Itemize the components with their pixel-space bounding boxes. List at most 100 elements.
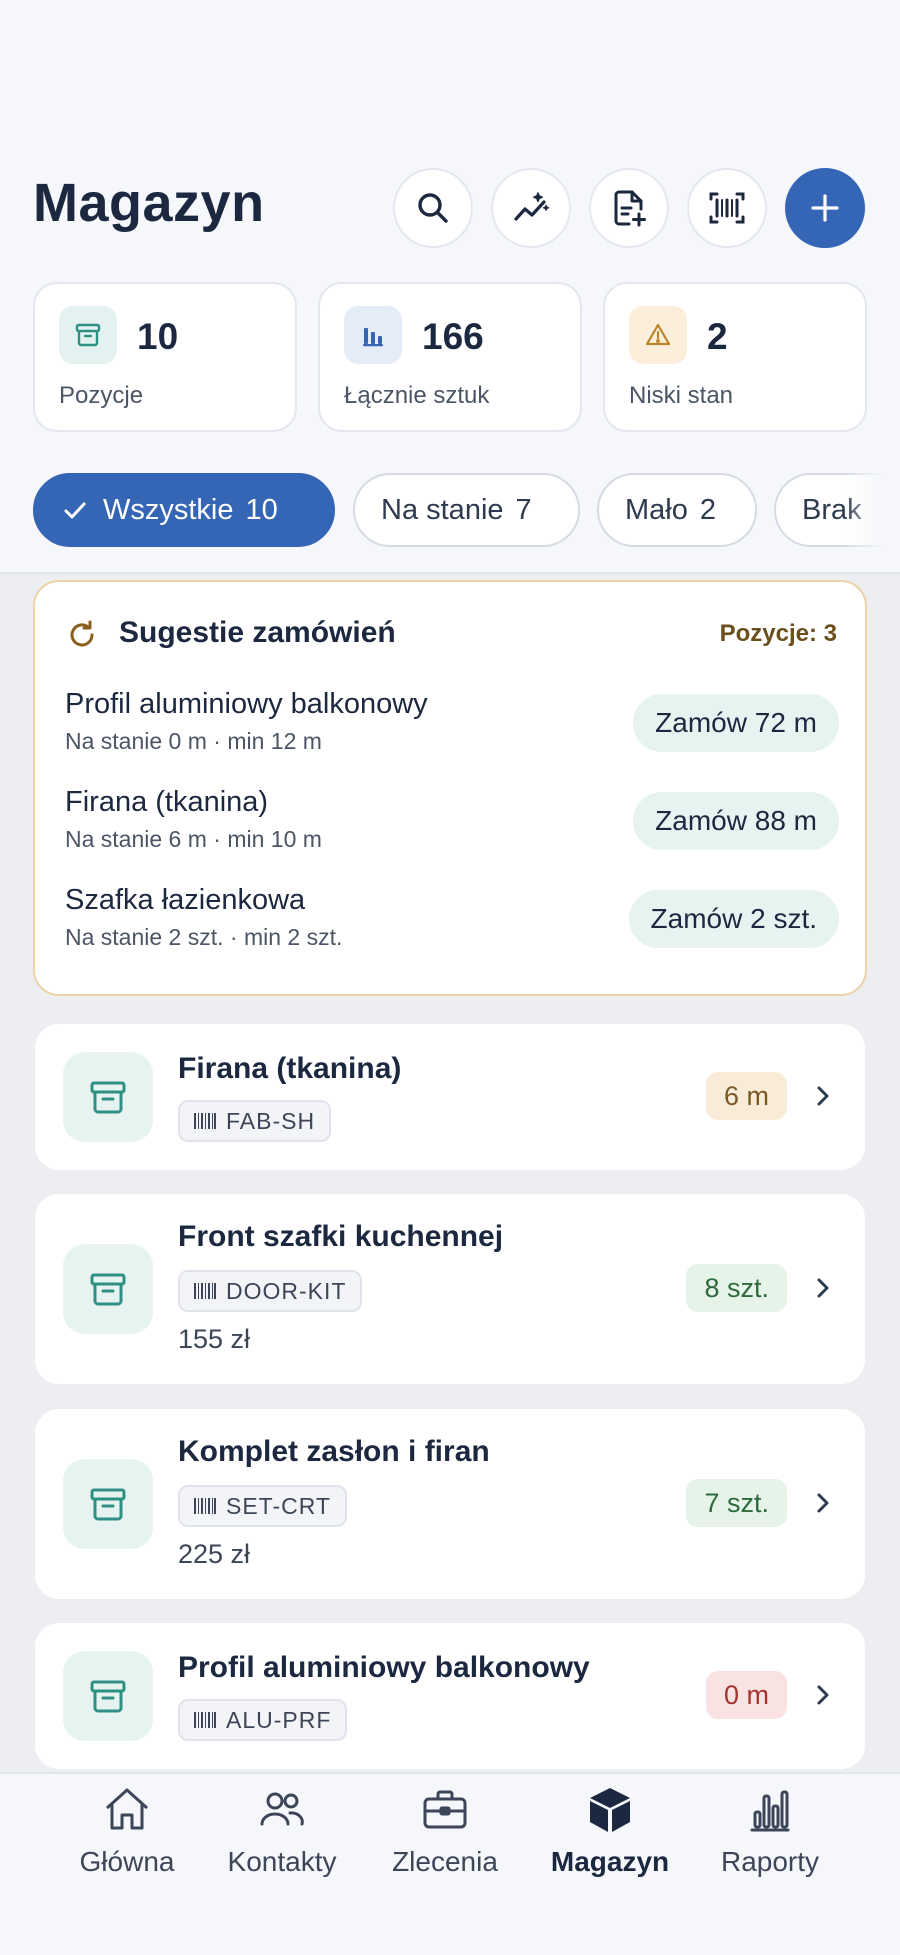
inventory-item-card[interactable]: Profil aluminiowy balkonowy ALU-PRF 0 m <box>35 1623 865 1769</box>
item-name: Profil aluminiowy balkonowy <box>178 1651 590 1684</box>
suggestion-stock-info: Na stanie 6 m · min 10 m <box>65 826 322 852</box>
sku-badge: ALU-PRF <box>178 1699 348 1741</box>
nav-home[interactable]: Główna <box>47 1784 207 1894</box>
suggestion-name: Profil aluminiowy balkonowy <box>65 688 428 720</box>
chip-scroll-fade <box>845 470 900 550</box>
sku-code: SET-CRT <box>226 1492 331 1519</box>
chip-label: Na stanie <box>381 493 504 526</box>
filter-chip-all[interactable]: Wszystkie 10 <box>33 473 335 547</box>
chip-count: 10 <box>245 493 278 526</box>
suggestion-stock-info: Na stanie 0 m · min 12 m <box>65 728 322 754</box>
suggestions-count: Pozycje: 3 <box>719 620 837 647</box>
suggestion-row: Firana (tkanina) Na stanie 6 m · min 10 … <box>65 786 839 856</box>
barcode-icon <box>194 1283 216 1299</box>
nav-label: Główna <box>79 1846 175 1877</box>
search-button[interactable] <box>393 168 473 248</box>
warning-icon <box>645 323 671 346</box>
chip-label: Wszystkie <box>103 493 234 526</box>
chevron-right-icon <box>817 1086 829 1106</box>
item-icon-wrapper <box>63 1459 153 1549</box>
stat-label: Łącznie sztuk <box>344 382 490 409</box>
barcode-icon <box>194 1498 216 1514</box>
item-price: 155 zł <box>178 1324 251 1354</box>
item-name: Front szafki kuchennej <box>178 1220 504 1253</box>
stat-card-positions: 10 Pozycje <box>33 282 297 432</box>
item-icon-wrapper <box>63 1244 153 1334</box>
barcode-icon <box>194 1712 216 1728</box>
stock-quantity-badge: 7 szt. <box>686 1479 787 1527</box>
stat-label: Pozycje <box>59 382 144 409</box>
archive-icon <box>90 1488 126 1521</box>
order-button[interactable]: Zamów 88 m <box>633 792 839 850</box>
new-document-button[interactable] <box>589 168 669 248</box>
inventory-item-card[interactable]: Firana (tkanina) FAB-SH 6 m <box>35 1024 865 1170</box>
archive-icon <box>90 1273 126 1306</box>
chevron-right-icon <box>817 1278 829 1298</box>
stat-value: 2 <box>707 316 728 357</box>
archive-icon <box>90 1081 126 1114</box>
nav-label: Magazyn <box>550 1846 670 1877</box>
sku-badge: DOOR-KIT <box>178 1270 363 1312</box>
barcode-scan-button[interactable] <box>687 168 767 248</box>
inventory-item-card[interactable]: Front szafki kuchennej DOOR-KIT 155 zł 8… <box>35 1194 865 1384</box>
chart-icon <box>750 1790 790 1832</box>
stat-icon-wrapper <box>59 306 117 364</box>
suggestions-title: Sugestie zamówień <box>119 616 396 649</box>
search-icon <box>418 193 448 223</box>
stat-card-low-stock: 2 Niski stan <box>603 282 867 432</box>
stat-card-total-units: 166 Łącznie sztuk <box>318 282 582 432</box>
filter-chip-low[interactable]: Mało 2 <box>597 473 757 547</box>
stat-label: Niski stan <box>629 382 734 409</box>
item-price: 225 zł <box>178 1539 251 1569</box>
chip-count: 7 <box>515 493 532 526</box>
sku-code: DOOR-KIT <box>226 1277 347 1304</box>
box-icon <box>590 1788 630 1832</box>
sku-badge: SET-CRT <box>178 1485 347 1527</box>
refresh-icon <box>70 620 94 647</box>
archive-icon <box>90 1680 126 1713</box>
nav-label: Zlecenia <box>392 1846 498 1877</box>
add-button[interactable] <box>785 168 865 248</box>
archive-icon <box>75 323 101 347</box>
order-suggestions-card: Sugestie zamówień Pozycje: 3 Profil alum… <box>33 580 867 996</box>
order-button[interactable]: Zamów 2 szt. <box>628 890 839 948</box>
item-name: Firana (tkanina) <box>178 1052 402 1085</box>
nav-label: Kontakty <box>227 1846 337 1877</box>
item-icon-wrapper <box>63 1052 153 1142</box>
filter-chip-in-stock[interactable]: Na stanie 7 <box>353 473 580 547</box>
barcode-icon <box>194 1113 216 1129</box>
item-name: Komplet zasłon i firan <box>178 1435 490 1468</box>
chip-count: 2 <box>699 493 716 526</box>
analytics-button[interactable] <box>491 168 571 248</box>
nav-orders[interactable]: Zlecenia <box>365 1784 525 1894</box>
stock-quantity-badge: 6 m <box>705 1072 787 1120</box>
check-icon <box>64 502 86 519</box>
stat-value: 10 <box>137 316 179 357</box>
chevron-right-icon <box>817 1493 829 1513</box>
order-button[interactable]: Zamów 72 m <box>633 694 839 752</box>
suggestion-row: Szafka łazienkowa Na stanie 2 szt. · min… <box>65 884 839 954</box>
suggestion-name: Szafka łazienkowa <box>65 884 306 916</box>
nav-label: Raporty <box>720 1846 820 1877</box>
suggestion-name: Firana (tkanina) <box>65 786 269 818</box>
plus-icon <box>811 194 839 222</box>
suggestion-stock-info: Na stanie 2 szt. · min 2 szt. <box>65 924 343 950</box>
nav-reports[interactable]: Raporty <box>690 1784 850 1894</box>
sku-code: FAB-SH <box>226 1107 316 1134</box>
item-icon-wrapper <box>63 1651 153 1741</box>
suggestion-row: Profil aluminiowy balkonowy Na stanie 0 … <box>65 688 839 758</box>
briefcase-icon <box>423 1790 467 1829</box>
stock-quantity-badge: 8 szt. <box>686 1264 787 1312</box>
sku-code: ALU-PRF <box>226 1706 332 1733</box>
nav-contacts[interactable]: Kontakty <box>202 1784 362 1894</box>
nav-warehouse[interactable]: Magazyn <box>530 1784 690 1894</box>
sparkle-trend-icon <box>514 192 550 221</box>
sku-badge: FAB-SH <box>178 1100 332 1142</box>
file-plus-icon <box>614 190 646 227</box>
bottom-navigation: Główna Kontakty Zlecenia Magazyn Raporty <box>0 1772 900 1955</box>
stat-value: 166 <box>422 316 484 357</box>
home-icon <box>105 1788 149 1830</box>
inventory-item-card[interactable]: Komplet zasłon i firan SET-CRT 225 zł 7 … <box>35 1409 865 1599</box>
page-title: Magazyn <box>33 173 265 233</box>
stat-icon-wrapper <box>344 306 402 364</box>
